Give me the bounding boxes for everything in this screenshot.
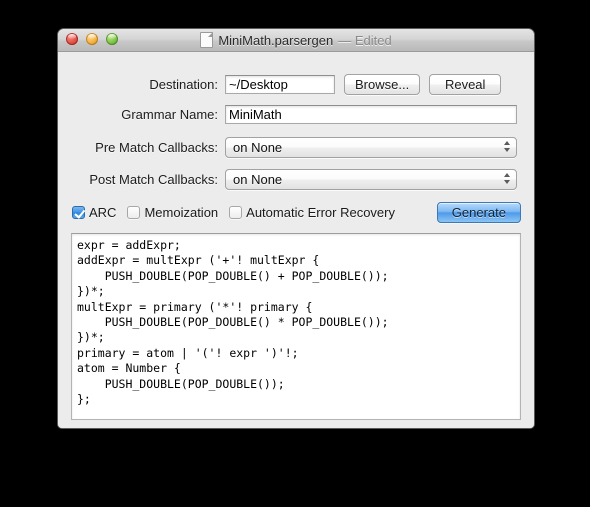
generate-button[interactable]: Generate [436,202,521,223]
document-icon [200,32,214,48]
arc-checkbox[interactable]: ARC [72,205,116,220]
post-match-value: on None [233,171,283,187]
browse-button[interactable]: Browse... [344,73,421,95]
chevron-updown-icon [504,172,510,184]
checkbox-empty-icon [127,206,141,219]
memoization-label: Memoization [144,205,219,220]
arc-label: ARC [89,205,117,220]
grammar-editor[interactable]: expr = addExpr; addExpr = multExpr ('+'!… [71,233,521,420]
post-match-label: Post Match Callbacks: [89,171,218,187]
auto-error-recovery-label: Automatic Error Recovery [246,205,395,220]
chevron-updown-icon [504,140,510,152]
close-button[interactable] [66,33,78,45]
options-row: ARC Memoization Automatic Error Recovery… [58,202,534,223]
destination-label: Destination: [149,76,218,92]
window-title: MiniMath.parsergen — Edited [58,32,534,48]
app-window: MiniMath.parsergen — Edited Destination:… [58,29,534,428]
post-match-row: Post Match Callbacks: on None [58,165,534,193]
checkmark-icon [72,206,85,219]
post-match-popup[interactable]: on None [225,168,517,190]
title-bar[interactable]: MiniMath.parsergen — Edited [58,29,534,52]
auto-error-recovery-checkbox[interactable]: Automatic Error Recovery [229,205,395,220]
minimize-button[interactable] [86,33,98,45]
destination-row: Destination: Browse... Reveal [58,70,534,98]
zoom-button[interactable] [106,33,118,45]
pre-match-popup[interactable]: on None [225,136,517,158]
window-edited-status: — Edited [338,32,392,48]
pre-match-row: Pre Match Callbacks: on None [58,133,534,161]
pre-match-label: Pre Match Callbacks: [95,139,218,155]
grammar-name-row: Grammar Name: [58,100,534,128]
window-title-text: MiniMath.parsergen [218,32,334,48]
pre-match-value: on None [233,139,283,155]
grammar-name-label: Grammar Name: [121,106,218,122]
memoization-checkbox[interactable]: Memoization [127,205,218,220]
destination-input[interactable] [225,74,335,94]
checkbox-empty-icon [229,206,243,219]
reveal-button[interactable]: Reveal [429,73,502,95]
window-controls [66,33,118,45]
grammar-source-text[interactable]: expr = addExpr; addExpr = multExpr ('+'!… [72,234,520,411]
grammar-name-input[interactable] [225,104,517,124]
window-content: Destination: Browse... Reveal Grammar Na… [58,70,534,428]
